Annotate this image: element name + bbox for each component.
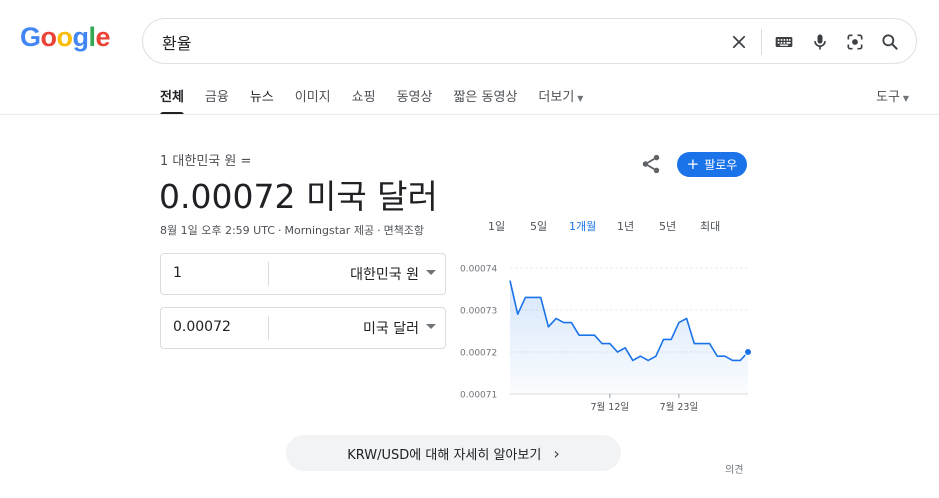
dropdown-arrow-icon[interactable]	[426, 270, 436, 275]
field-separator	[268, 262, 269, 286]
follow-label: 팔로우	[704, 158, 738, 172]
search-box	[142, 18, 917, 64]
y-tick-label: 0.00071	[460, 391, 497, 401]
logo-letter: G	[20, 22, 41, 52]
follow-button[interactable]: + 팔로우	[677, 152, 747, 177]
tab-shopping[interactable]: 쇼핑	[352, 86, 376, 115]
clear-icon[interactable]	[727, 30, 751, 54]
tab-finance[interactable]: 금융	[205, 86, 229, 115]
chart-range-tabs: 1일 5일 1개월 1년 5년 최대	[0, 218, 939, 238]
mic-icon[interactable]	[808, 30, 832, 54]
tab-news[interactable]: 뉴스	[250, 86, 274, 115]
tab-all[interactable]: 전체	[160, 86, 184, 115]
logo-letter: o	[56, 22, 74, 52]
chevron-right-icon: ›	[553, 443, 560, 463]
currency-from-select[interactable]: 대한민국 원	[350, 264, 419, 284]
range-5y[interactable]: 5년	[659, 218, 676, 234]
amount-to-input[interactable]: 0.00072	[173, 319, 231, 335]
amount-to-field: 0.00072 미국 달러	[160, 307, 446, 349]
chart-last-point	[744, 348, 752, 356]
tools-label: 도구	[876, 90, 900, 105]
y-tick-label: 0.00074	[460, 265, 497, 275]
logo-letter: l	[88, 22, 97, 52]
header-divider	[0, 114, 939, 115]
amount-from-input[interactable]: 1	[173, 265, 182, 281]
logo-letter: o	[40, 22, 58, 52]
currency-to-select[interactable]: 미국 달러	[363, 318, 419, 338]
search-input[interactable]	[162, 30, 722, 54]
caret-down-icon: ▼	[902, 94, 910, 103]
tab-images[interactable]: 이미지	[295, 86, 331, 115]
feedback-link[interactable]: 의견	[725, 461, 743, 476]
exchange-rate-chart[interactable]: 0.00074 0.00073 0.00072 0.00071 7월 12일 7월 23일	[456, 258, 756, 418]
logo-letter: g	[72, 22, 90, 52]
tab-label: 짧은 동영상	[453, 90, 518, 105]
tab-label: 더보기	[538, 90, 575, 105]
dropdown-arrow-icon[interactable]	[426, 324, 436, 329]
logo-letter: e	[95, 22, 111, 52]
tab-label: 이미지	[294, 90, 331, 105]
tab-label: 뉴스	[249, 90, 274, 105]
range-max[interactable]: 최대	[700, 218, 720, 234]
field-separator	[268, 316, 269, 340]
tab-short-videos[interactable]: 짧은 동영상	[453, 86, 517, 115]
caret-down-icon: ▼	[577, 94, 584, 103]
conversion-from-label: 1 대한민국 원 =	[160, 154, 252, 169]
tab-more[interactable]: 더보기 ▼	[538, 86, 583, 115]
x-tick-label: 7월 23일	[660, 401, 699, 413]
lens-icon[interactable]	[843, 30, 867, 54]
search-tabs: 전체 금융 뉴스 이미지 쇼핑 동영상 짧은 동영상 더보기 ▼	[160, 86, 604, 116]
chart-area	[510, 280, 748, 394]
tools-button[interactable]: 도구 ▼	[876, 86, 909, 105]
tab-label: 전체	[160, 90, 184, 105]
learn-more-button[interactable]: KRW/USD에 대해 자세히 알아보기 ›	[286, 435, 621, 471]
keyboard-icon[interactable]	[772, 30, 796, 54]
tab-label: 동영상	[396, 90, 433, 105]
range-5d[interactable]: 5일	[530, 218, 547, 234]
learn-more-label: KRW/USD에 대해 자세히 알아보기	[347, 447, 542, 463]
tab-label: 쇼핑	[351, 90, 376, 105]
search-divider	[761, 29, 762, 55]
search-icon[interactable]	[878, 30, 902, 54]
x-tick-label: 7월 12일	[590, 401, 629, 413]
y-tick-label: 0.00073	[460, 307, 497, 317]
tab-label: 금융	[204, 90, 229, 105]
range-1m[interactable]: 1개월	[569, 218, 596, 234]
range-1d[interactable]: 1일	[488, 218, 505, 234]
amount-from-field: 1 대한민국 원	[160, 253, 446, 295]
share-icon[interactable]	[640, 153, 662, 175]
range-1y[interactable]: 1년	[617, 218, 634, 234]
google-logo[interactable]: Google	[20, 22, 111, 53]
tab-videos[interactable]: 동영상	[397, 86, 433, 115]
plus-icon: +	[686, 155, 700, 173]
y-tick-label: 0.00072	[460, 349, 497, 359]
conversion-result: 0.00072 미국 달러	[159, 177, 438, 216]
